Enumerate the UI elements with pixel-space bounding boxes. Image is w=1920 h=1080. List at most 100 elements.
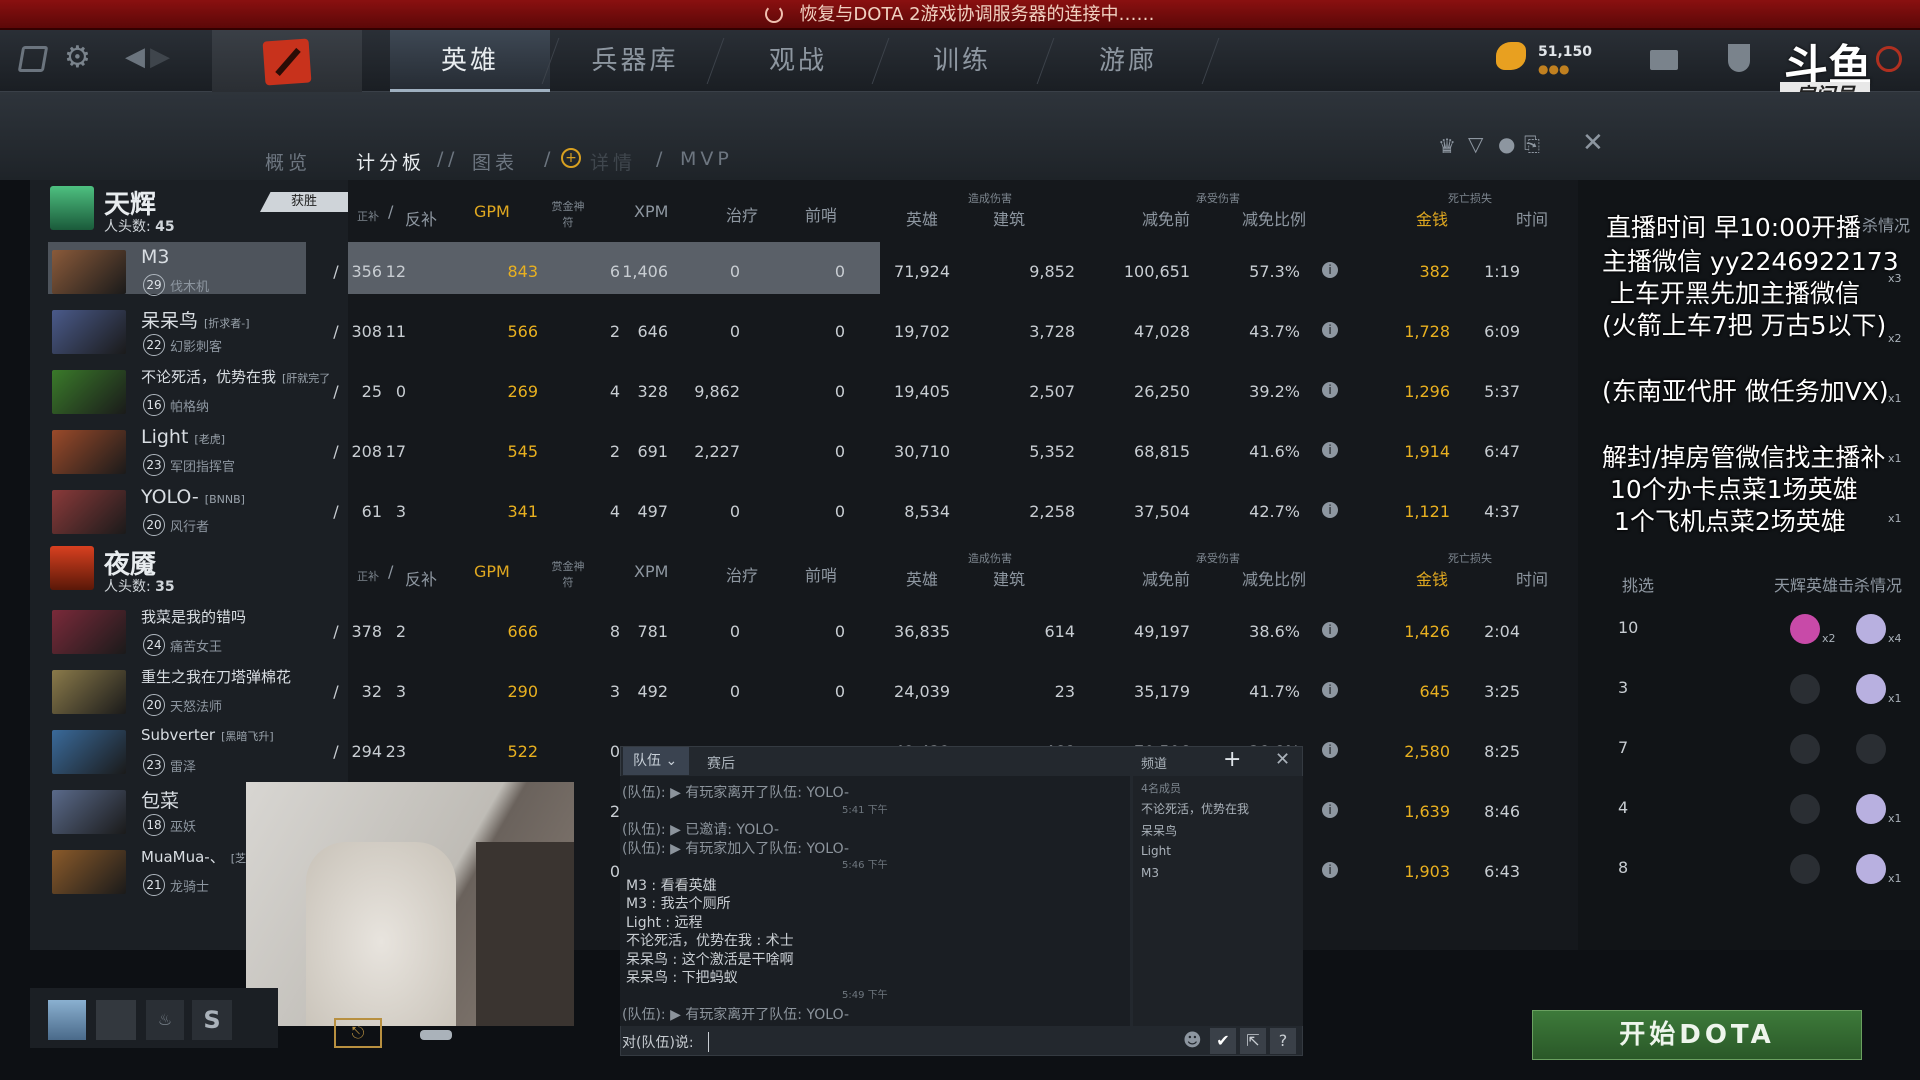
breadcrumb-sep: / [656,148,667,170]
settings-gear-icon[interactable]: ⚙ [64,40,91,75]
tab-armory[interactable]: 兵器库 [555,30,715,92]
chat-log[interactable]: (队伍): ▶ 有玩家离开了队伍: YOLO- 5:41 下午 (队伍): ▶ 已邀… [620,776,1130,1026]
add-channel-icon[interactable]: + [1223,747,1241,772]
breadcrumb-overview[interactable]: 概览 [265,148,311,175]
dire-info-icon[interactable]: i [1322,742,1338,758]
stream-overlay-line: 主播微信 yy2246922173 [1602,247,1899,276]
crown-icon[interactable]: ♛ [1438,134,1456,158]
dire-hero-name: 雷泽 [170,760,197,775]
dashboard-icon[interactable] [17,46,49,72]
radiant-player-name[interactable]: M3 [141,246,175,268]
stream-overlay-line: 直播时间 早10:00开播 [1606,213,1861,242]
steam-icon[interactable]: S [192,1000,232,1040]
confirm-icon[interactable]: ✔ [1210,1028,1236,1054]
connection-banner: 恢复与DOTA 2游戏协调服务器的连接中…… [0,0,1920,30]
radiant-player-name[interactable]: 呆呆鸟 [折求者-] [141,306,250,333]
radiant-ward: 0 [834,382,845,401]
dire-kill-icon-b [1856,674,1886,704]
col-hero-dmg: 英雄 [906,570,939,589]
radiant-info-icon[interactable]: i [1322,262,1338,278]
radiant-player-name[interactable]: Light [老虎] [141,426,225,448]
radiant-info-icon[interactable]: i [1322,502,1338,518]
chat-input-label: 对(队伍)说: [622,1035,694,1051]
radiant-info-icon[interactable]: i [1322,322,1338,338]
dire-hero-portrait[interactable] [52,730,126,774]
radiant-info-icon[interactable]: i [1322,442,1338,458]
breadcrumb-details[interactable]: 详情 [590,148,636,175]
chat-member[interactable]: M3 [1141,866,1159,880]
shield-icon[interactable] [1728,44,1750,72]
radiant-heal: 0 [729,262,740,281]
dire-player-name[interactable]: 重生之我在刀塔弹棉花 [141,666,297,687]
replay-icon[interactable]: ⎋ [334,1018,382,1048]
drop-icon[interactable]: ● [1498,132,1515,156]
help-icon[interactable]: ? [1270,1028,1296,1054]
dire-pick: 10 [1618,618,1639,637]
dire-info-icon[interactable]: i [1322,862,1338,878]
dire-player-name[interactable]: MuaMua-、 [芝芝 [141,846,257,867]
dire-hero-portrait[interactable] [52,850,126,894]
filter-icon[interactable]: ▽ [1468,132,1483,156]
profile-icon[interactable] [48,1000,86,1040]
radiant-level: 23 [143,454,165,476]
radiant-hero-portrait[interactable] [52,370,126,414]
dire-gold-lost: 645 [1419,682,1450,701]
chat-member[interactable]: Light [1141,844,1171,858]
radiant-hd: 8,534 [904,502,950,521]
chat-input[interactable] [708,1032,1158,1052]
tab-watch[interactable]: 观战 [718,30,878,92]
radiant-kills: 人头数: 45 [104,219,175,235]
dire-heal: 0 [729,682,740,701]
dire-hero-name: 天怒法师 [170,700,223,715]
radiant-player-name[interactable]: YOLO- [BNNB] [141,486,245,508]
dire-ratio: 38.6% [1249,622,1300,641]
forward-arrow-icon[interactable]: ▶ [150,42,170,72]
radiant-hero-portrait[interactable] [52,250,126,294]
dire-player-name[interactable]: 我菜是我的错吗 [141,606,252,627]
radiant-hero-portrait[interactable] [52,430,126,474]
chat-close-icon[interactable]: ✕ [1275,749,1290,770]
breadcrumb-mvp[interactable]: MVP [680,148,733,170]
dire-info-icon[interactable]: i [1322,622,1338,638]
dire-hero-portrait[interactable] [52,610,126,654]
radiant-denies: 17 [385,442,406,461]
stream-overlay-line: 10个办卡点菜1场英雄 [1610,475,1858,504]
flame-icon[interactable]: ♨ [146,1000,184,1040]
inventory-icon[interactable] [96,1000,136,1040]
breadcrumb-graphs[interactable]: 图表 [472,148,518,175]
chat-tab-team[interactable]: 队伍 ⌄ [623,747,689,775]
dire-hero-portrait[interactable] [52,790,126,834]
dire-player-name[interactable]: 包菜 [141,786,185,813]
dire-info-icon[interactable]: i [1322,802,1338,818]
back-arrow-icon[interactable]: ◀ [125,42,145,72]
top-navigation: ⚙ ◀ ▶ 英雄 兵器库 观战 训练 游廊 51,150 ●●● [0,30,1920,92]
menu-icon[interactable] [420,1030,452,1040]
chat-member[interactable]: 不论死活，优势在我 [1141,800,1249,817]
tab-learn[interactable]: 训练 [882,30,1042,92]
col-kd-sep: / [388,562,394,581]
victory-badge: 获胜 [260,192,348,212]
radiant-hero-portrait[interactable] [52,310,126,354]
chat-tab-postgame[interactable]: 赛后 [707,753,735,773]
dire-player-name[interactable]: Subverter [黑暗飞升] [141,726,274,744]
breadcrumb-scoreboard[interactable]: 计分板 [356,148,425,175]
mail-icon[interactable] [1650,50,1678,70]
dire-info-icon[interactable]: i [1322,682,1338,698]
start-dota-button[interactable]: 开始DOTA [1532,1010,1862,1060]
tab-arcade[interactable]: 游廊 [1048,30,1208,92]
emoji-icon[interactable]: ☻ [1183,1030,1202,1051]
share-icon[interactable]: ⇱ [1240,1028,1266,1054]
dire-kill-count-b: x1 [1888,812,1902,825]
radiant-gold-lost: 382 [1419,262,1450,281]
radiant-gold-lost: 1,121 [1404,502,1450,521]
dire-hero-portrait[interactable] [52,670,126,714]
radiant-hero-portrait[interactable] [52,490,126,534]
chat-member[interactable]: 呆呆鸟 [1141,822,1177,839]
close-icon[interactable]: ✕ [1582,128,1604,158]
export-icon[interactable]: ⎘ [1524,132,1540,156]
dota-logo-icon[interactable] [212,30,362,92]
radiant-info-icon[interactable]: i [1322,382,1338,398]
radiant-kill-count: x2 [1888,332,1902,345]
tab-heroes[interactable]: 英雄 [390,30,550,92]
dire-time-dead: 6:43 [1484,862,1520,881]
